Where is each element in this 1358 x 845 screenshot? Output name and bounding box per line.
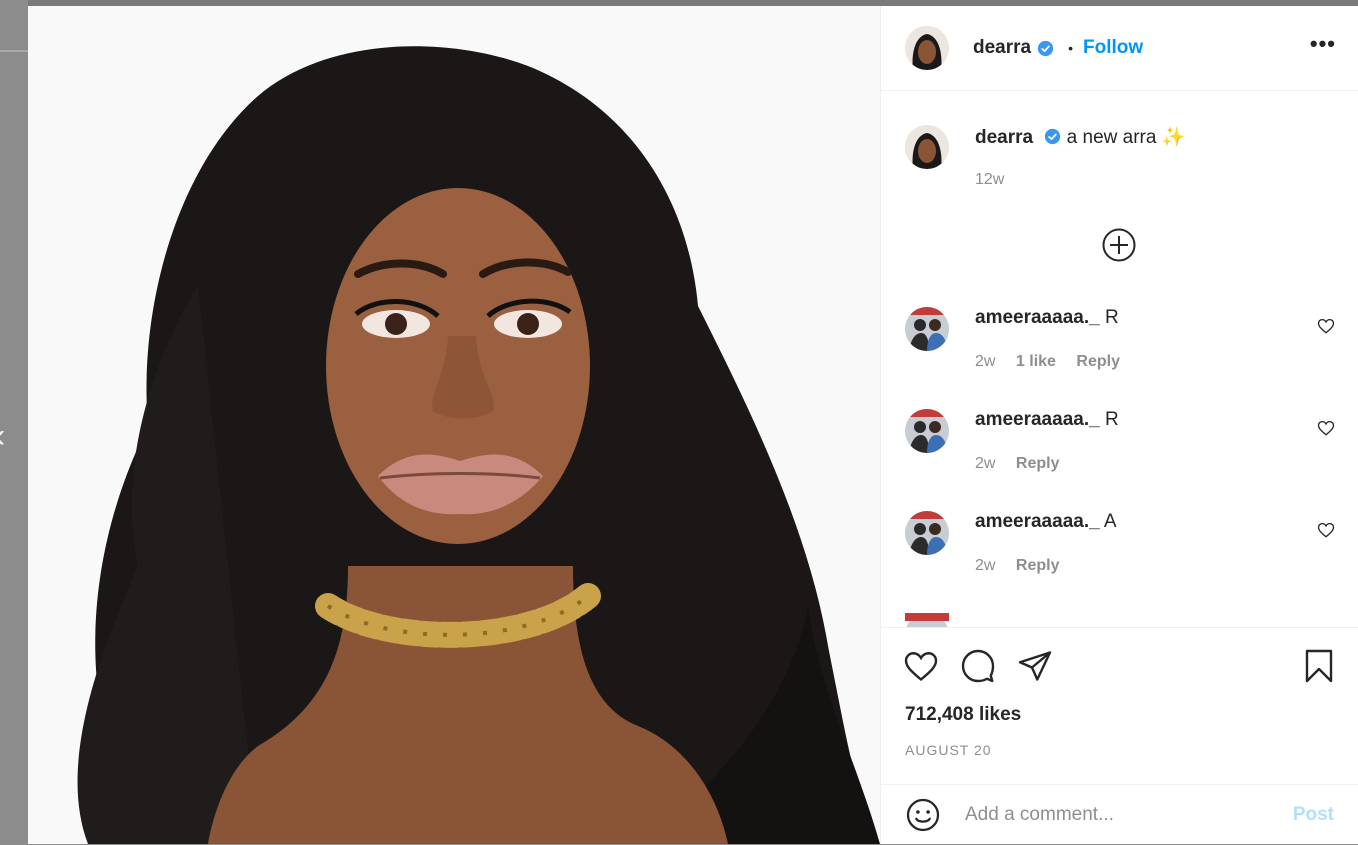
comment-username[interactable]: ameeraaaaa._ — [975, 307, 1100, 328]
post-date[interactable]: AUGUST 20 — [881, 742, 1358, 758]
caption-text: dearra a new arra ✨ — [975, 125, 1185, 149]
action-bar — [881, 628, 1358, 704]
comment-body: ameeraaaaa._ R 2w Reply — [975, 409, 1335, 473]
comment-likes[interactable]: 1 like — [1016, 353, 1056, 370]
portrait-illustration — [28, 6, 880, 844]
comment-age[interactable]: 2w — [975, 353, 995, 370]
commenter-avatar-image — [905, 613, 949, 627]
comments-list[interactable]: dearra a new arra ✨ 12w ameeraaaaa._ R 2… — [881, 91, 1358, 627]
paper-plane-icon[interactable] — [1017, 648, 1053, 684]
comment-icon[interactable] — [960, 648, 996, 684]
comment-meta: 2w 1 like Reply — [975, 353, 1335, 371]
caption: dearra a new arra ✨ 12w — [881, 91, 1358, 189]
post-actions: 712,408 likes AUGUST 20 Post — [881, 627, 1358, 845]
separator-dot: • — [1068, 40, 1074, 56]
comment-item: ameeraaaaa._ R 2w 1 like Reply — [905, 307, 1335, 371]
reply-button[interactable]: Reply — [1076, 353, 1120, 370]
comment-item-partial — [905, 613, 949, 627]
bookmark-icon[interactable] — [1301, 648, 1337, 684]
comment-content: R — [1104, 307, 1119, 328]
post-header: dearra • Follow ••• — [881, 6, 1358, 91]
comment-content: A — [1103, 511, 1117, 532]
comment-item: ameeraaaaa._ R 2w Reply — [905, 409, 1335, 473]
author-avatar-image — [905, 26, 949, 70]
avatar[interactable] — [905, 307, 949, 351]
comment-meta: 2w Reply — [975, 455, 1335, 473]
reply-button[interactable]: Reply — [1016, 557, 1060, 574]
avatar[interactable] — [905, 409, 949, 453]
emoji-icon[interactable] — [905, 797, 941, 833]
verified-badge-icon — [1037, 40, 1054, 56]
heart-icon[interactable] — [1317, 521, 1335, 539]
follow-button[interactable]: Follow — [1083, 37, 1143, 59]
caption-username[interactable]: dearra — [975, 127, 1033, 148]
comment-age[interactable]: 2w — [975, 455, 995, 472]
comment-content: R — [1104, 409, 1119, 430]
commenter-avatar-image — [905, 511, 949, 555]
post-photo — [28, 6, 880, 844]
avatar[interactable] — [905, 125, 949, 169]
avatar[interactable] — [905, 26, 949, 70]
comment-text: ameeraaaaa._ R — [975, 307, 1335, 329]
more-options-icon[interactable]: ••• — [1310, 33, 1336, 57]
comment-body: ameeraaaaa._ A 2w Reply — [975, 511, 1335, 575]
post-button[interactable]: Post — [1293, 804, 1334, 826]
caption-body: dearra a new arra ✨ 12w — [975, 125, 1185, 189]
comment-input[interactable] — [963, 803, 1293, 827]
heart-icon[interactable] — [1317, 317, 1335, 335]
avatar[interactable] — [905, 511, 949, 555]
comment-text: ameeraaaaa._ A — [975, 511, 1335, 533]
author-username[interactable]: dearra — [973, 37, 1031, 59]
caption-content: a new arra ✨ — [1066, 127, 1186, 148]
comment-body: ameeraaaaa._ R 2w 1 like Reply — [975, 307, 1335, 371]
post-sidebar: dearra • Follow ••• dearra a new arra ✨ … — [880, 6, 1358, 844]
reply-button[interactable]: Reply — [1016, 455, 1060, 472]
backdrop-divider — [0, 50, 28, 52]
comment-meta: 2w Reply — [975, 557, 1335, 575]
author-avatar-image — [905, 125, 949, 169]
comment-username[interactable]: ameeraaaaa._ — [975, 511, 1100, 532]
comment-text: ameeraaaaa._ R — [975, 409, 1335, 431]
verified-badge-icon — [1045, 128, 1061, 145]
caption-age[interactable]: 12w — [975, 171, 1185, 189]
heart-icon[interactable] — [903, 648, 939, 684]
chevron-left-icon[interactable]: ‹ — [0, 418, 16, 454]
post-modal: dearra • Follow ••• dearra a new arra ✨ … — [28, 6, 1358, 844]
likes-count[interactable]: 712,408 likes — [881, 704, 1358, 726]
comment-composer: Post — [881, 784, 1358, 845]
commenter-avatar-image — [905, 307, 949, 351]
comment-username[interactable]: ameeraaaaa._ — [975, 409, 1100, 430]
commenter-avatar-image — [905, 409, 949, 453]
plus-circle-icon[interactable] — [1102, 228, 1136, 262]
comment-item: ameeraaaaa._ A 2w Reply — [905, 511, 1335, 575]
comment-age[interactable]: 2w — [975, 557, 995, 574]
heart-icon[interactable] — [1317, 419, 1335, 437]
